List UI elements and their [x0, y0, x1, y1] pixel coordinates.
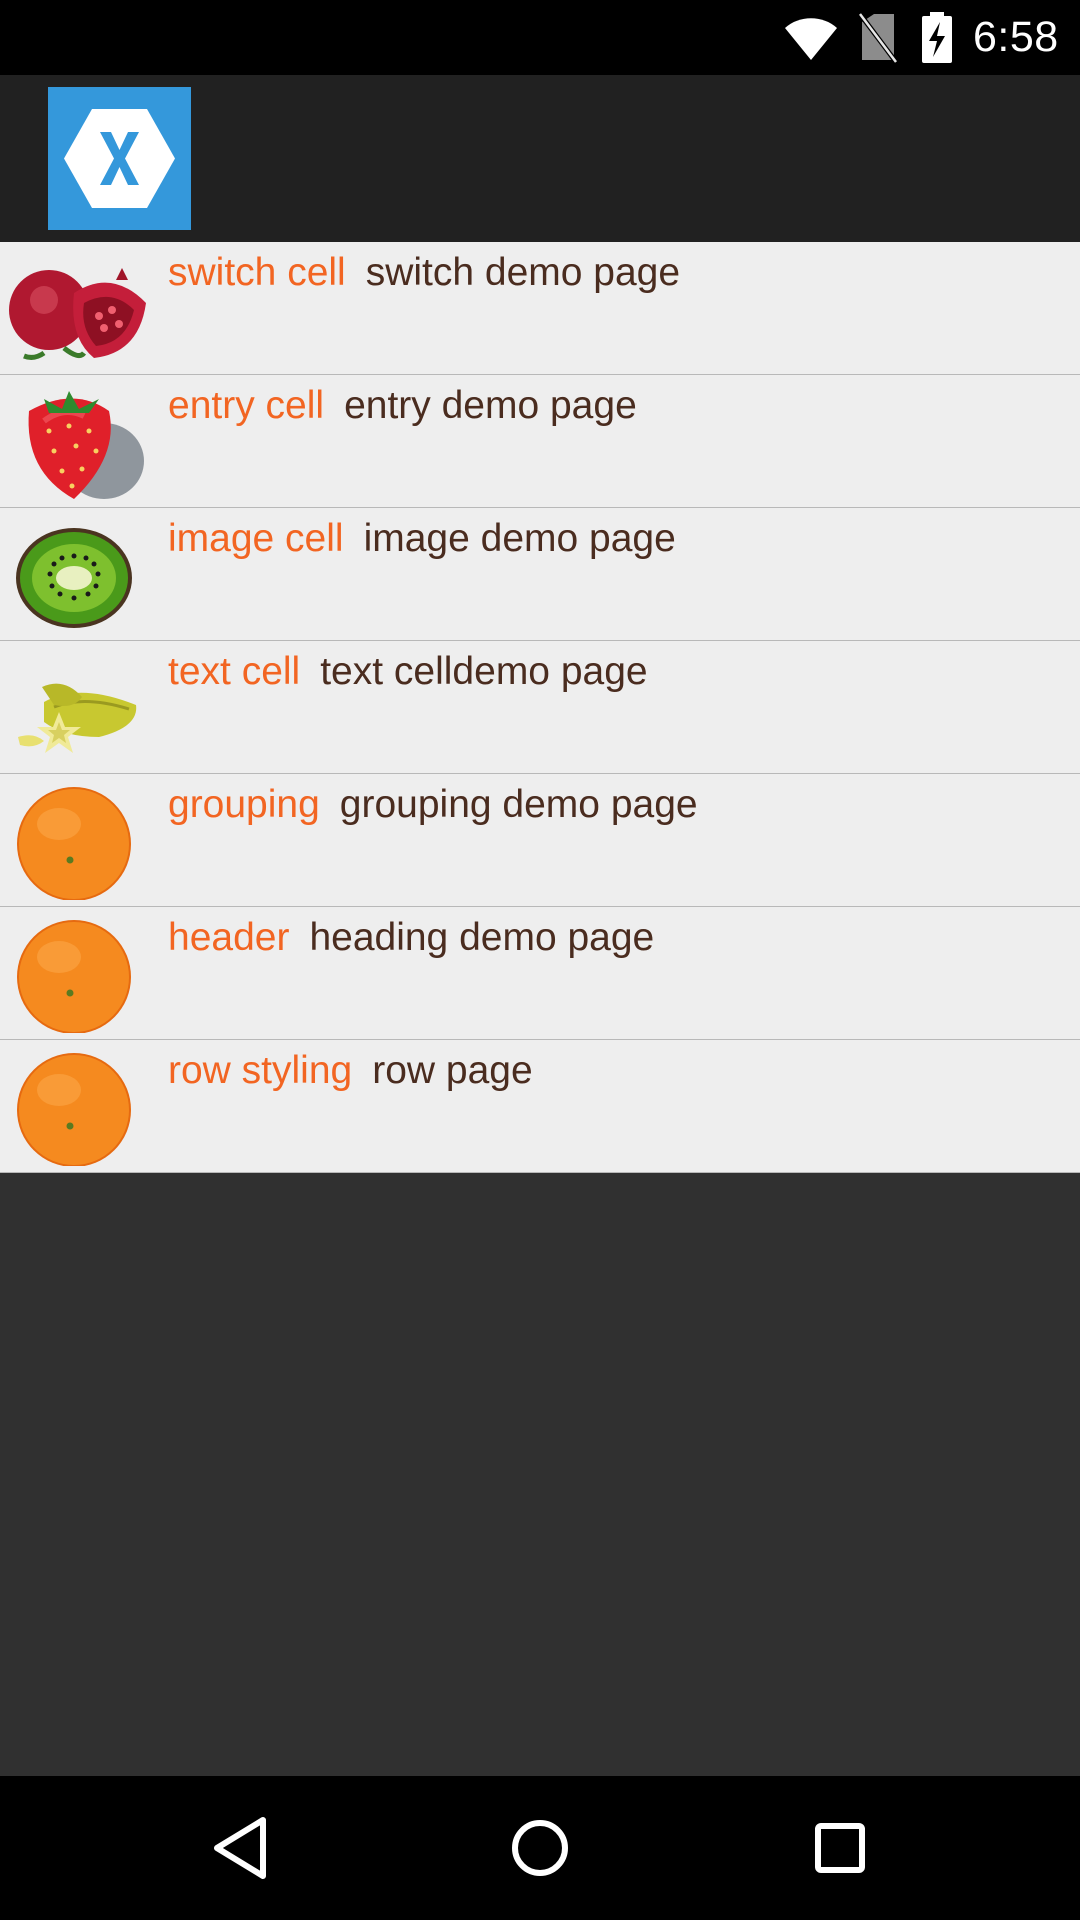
wifi-icon	[785, 18, 837, 60]
orange-image	[17, 1053, 131, 1166]
list-item[interactable]: header heading demo page	[0, 907, 1080, 1040]
orange-image	[17, 920, 131, 1033]
item-title: text cell	[168, 650, 301, 693]
item-title: switch cell	[168, 251, 346, 294]
list-item[interactable]: switch cell switch demo page	[0, 242, 1080, 375]
status-time: 6:58	[973, 13, 1059, 61]
item-detail: grouping demo page	[339, 783, 698, 826]
cell-list: switch cell switch demo page entry cell …	[0, 242, 1080, 1173]
item-text: header heading demo page	[168, 907, 654, 969]
item-detail: entry demo page	[344, 384, 637, 427]
item-title: grouping	[168, 783, 320, 826]
list-item[interactable]: image cell image demo page	[0, 508, 1080, 641]
item-detail: image demo page	[363, 517, 676, 560]
item-title: header	[168, 916, 290, 959]
kiwi-image	[16, 528, 132, 628]
item-text: grouping grouping demo page	[168, 774, 698, 836]
item-title: image cell	[168, 517, 344, 560]
starfruit-image	[18, 683, 137, 753]
list-item[interactable]: entry cell entry demo page	[0, 375, 1080, 508]
item-text: row styling row page	[168, 1040, 533, 1102]
item-detail: heading demo page	[309, 916, 655, 959]
item-detail: text celldemo page	[320, 650, 648, 693]
home-icon[interactable]	[504, 1812, 576, 1884]
item-text: switch cell switch demo page	[168, 242, 680, 304]
battery-charging-icon	[922, 12, 952, 63]
status-bar: 6:58	[0, 0, 1080, 75]
no-sim-icon	[858, 12, 898, 64]
item-detail: switch demo page	[365, 251, 681, 294]
list-item[interactable]: text cell text celldemo page	[0, 641, 1080, 774]
item-text: entry cell entry demo page	[168, 375, 637, 437]
item-text: image cell image demo page	[168, 508, 676, 570]
item-title: row styling	[168, 1049, 353, 1092]
list-item[interactable]: grouping grouping demo page	[0, 774, 1080, 907]
item-text: text cell text celldemo page	[168, 641, 648, 703]
pomegranate-image	[9, 268, 146, 360]
item-detail: row page	[372, 1049, 533, 1092]
orange-image	[17, 787, 131, 900]
xamarin-logo-icon	[64, 109, 175, 208]
item-title: entry cell	[168, 384, 325, 427]
recents-icon[interactable]	[804, 1812, 876, 1884]
list-item[interactable]: row styling row page	[0, 1040, 1080, 1173]
screen: 6:58 switch cell switch demo page entry …	[0, 0, 1080, 1920]
strawberry-image	[28, 391, 144, 499]
navigation-bar	[0, 1776, 1080, 1920]
app-bar	[0, 75, 1080, 242]
app-logo	[48, 87, 191, 230]
back-icon[interactable]	[205, 1812, 277, 1884]
